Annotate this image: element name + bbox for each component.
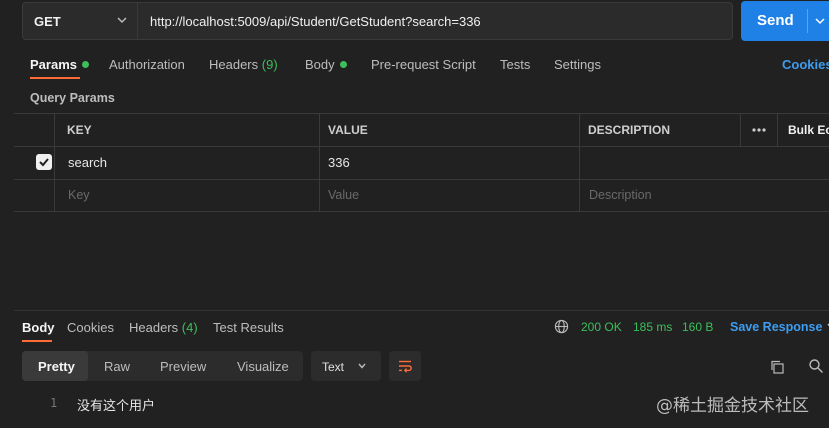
- method-select[interactable]: GET: [22, 2, 137, 40]
- new-param-value-input[interactable]: Value: [328, 188, 359, 202]
- tab-authorization[interactable]: Authorization: [109, 57, 185, 72]
- tab-body-label: Body: [305, 57, 335, 72]
- response-tab-headers[interactable]: Headers (4): [129, 320, 198, 335]
- new-param-description-input[interactable]: Description: [589, 188, 652, 202]
- format-select[interactable]: Text: [311, 351, 381, 381]
- param-checkbox[interactable]: [36, 154, 52, 170]
- column-header-value: VALUE: [328, 123, 368, 137]
- column-header-description: DESCRIPTION: [588, 123, 671, 137]
- line-number: 1: [50, 396, 58, 410]
- response-tab-headers-label: Headers: [129, 320, 179, 335]
- tab-headers-label: Headers: [209, 57, 259, 72]
- table-header-border: [14, 146, 829, 147]
- check-icon: [39, 158, 49, 167]
- tab-settings[interactable]: Settings: [554, 57, 601, 72]
- mode-pretty[interactable]: Pretty: [38, 359, 75, 374]
- new-param-key-input[interactable]: Key: [68, 188, 90, 202]
- send-divider: [807, 9, 808, 33]
- method-label: GET: [34, 14, 61, 29]
- response-size[interactable]: 160 B: [682, 320, 713, 334]
- globe-icon[interactable]: [554, 319, 569, 334]
- send-label: Send: [757, 12, 794, 29]
- tab-params[interactable]: Params: [30, 57, 89, 72]
- active-response-tab-indicator: [22, 340, 52, 342]
- params-indicator-dot: [81, 61, 89, 68]
- col-divider: [319, 113, 320, 211]
- tab-prerequest-script[interactable]: Pre-request Script: [371, 57, 476, 72]
- url-input[interactable]: http://localhost:5009/api/Student/GetStu…: [137, 2, 733, 40]
- response-pane-divider[interactable]: [14, 310, 829, 311]
- response-body-line[interactable]: 没有这个用户: [77, 395, 155, 414]
- mode-raw[interactable]: Raw: [104, 359, 130, 374]
- chevron-down-icon[interactable]: [813, 14, 827, 28]
- save-response-label: Save Response: [730, 320, 823, 334]
- chevron-down-icon: [358, 363, 366, 369]
- table-row-border: [14, 179, 829, 180]
- save-response-button[interactable]: Save Response: [730, 320, 829, 334]
- response-tab-body[interactable]: Body: [22, 320, 55, 335]
- param-key-cell[interactable]: search: [68, 155, 107, 170]
- bulk-edit-button[interactable]: Bulk Ec: [788, 123, 829, 137]
- table-border-top: [14, 113, 829, 114]
- wrap-lines-icon: [399, 360, 412, 373]
- copy-icon[interactable]: [769, 359, 785, 375]
- response-tab-cookies[interactable]: Cookies: [67, 320, 114, 335]
- response-headers-count: (4): [181, 320, 198, 335]
- status-code[interactable]: 200 OK: [581, 320, 622, 334]
- query-params-title: Query Params: [30, 91, 115, 105]
- body-indicator-dot: [339, 61, 347, 68]
- col-divider: [579, 113, 580, 211]
- cookies-link[interactable]: Cookies: [782, 57, 829, 72]
- tab-params-label: Params: [30, 57, 77, 72]
- headers-count: (9): [261, 57, 278, 72]
- table-border-bottom: [14, 211, 829, 212]
- active-tab-indicator: [30, 77, 80, 79]
- col-divider: [54, 113, 55, 211]
- view-mode-selector: Pretty Raw Preview Visualize: [22, 351, 303, 381]
- response-tab-test-results[interactable]: Test Results: [213, 320, 284, 335]
- tab-headers[interactable]: Headers (9): [209, 57, 278, 72]
- tab-tests[interactable]: Tests: [500, 57, 530, 72]
- more-options-icon[interactable]: [751, 126, 767, 134]
- col-divider: [740, 113, 741, 146]
- wrap-lines-button[interactable]: [389, 351, 421, 381]
- mode-preview[interactable]: Preview: [160, 359, 206, 374]
- column-header-key: KEY: [67, 123, 92, 137]
- tab-body[interactable]: Body: [305, 57, 347, 72]
- search-icon[interactable]: [808, 358, 824, 374]
- mode-visualize[interactable]: Visualize: [237, 359, 289, 374]
- url-text: http://localhost:5009/api/Student/GetStu…: [150, 14, 481, 29]
- chevron-down-icon: [117, 17, 127, 24]
- params-table: KEY VALUE DESCRIPTION Bulk Ec search 336…: [14, 113, 829, 212]
- response-time[interactable]: 185 ms: [633, 320, 672, 334]
- param-value-cell[interactable]: 336: [328, 155, 350, 170]
- format-label: Text: [322, 360, 345, 374]
- send-button[interactable]: Send: [741, 1, 829, 41]
- watermark: @稀土掘金技术社区: [656, 396, 809, 416]
- col-divider: [777, 113, 778, 146]
